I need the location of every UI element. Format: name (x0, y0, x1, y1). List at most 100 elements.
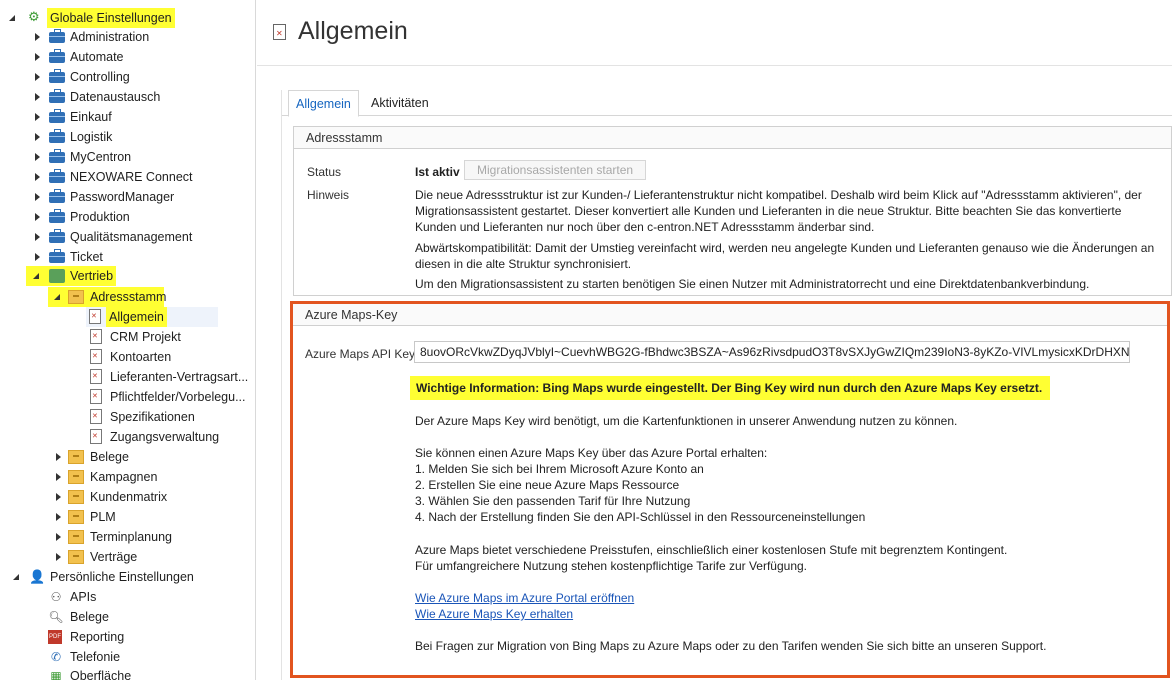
collapsed-arrow-icon[interactable] (33, 167, 43, 187)
tree-item-label: Controlling (70, 70, 130, 84)
tree-item-controlling[interactable]: Controlling (0, 67, 255, 87)
tree-item-label: Zugangsverwaltung (110, 430, 220, 444)
tree-item-label: APIs (70, 590, 97, 604)
document-icon (90, 389, 102, 404)
document-icon (90, 349, 102, 364)
collapsed-arrow-icon[interactable] (54, 547, 64, 567)
tree-item-personal-belege[interactable]: 🔍︎ Belege (0, 607, 255, 627)
tree-item-label: Datenaustausch (70, 90, 161, 104)
tree-item-label: Logistik (70, 130, 113, 144)
tree-item-allgemein[interactable]: Allgemein (86, 307, 218, 327)
page-header: Allgemein (257, 0, 1172, 66)
tree-item-kampagnen[interactable]: Kampagnen (0, 467, 255, 487)
collapsed-arrow-icon[interactable] (33, 87, 43, 107)
tree-item-passwordmanager[interactable]: PasswordManager (0, 187, 255, 207)
tree-item-qualitaetsmanagement[interactable]: Qualitätsmanagement (0, 227, 255, 247)
search-icon: 🔍︎ (48, 610, 64, 624)
folder-box-icon (68, 510, 84, 524)
requirement-text: Um den Migrationsassistent zu starten be… (415, 277, 1090, 291)
tree-item-zugangsverwaltung[interactable]: Zugangsverwaltung (0, 427, 255, 447)
main-panel: Allgemein Allgemein Aktivitäten Adressst… (257, 0, 1172, 680)
collapsed-arrow-icon[interactable] (33, 227, 43, 247)
tree-item-administration[interactable]: Administration (0, 27, 255, 47)
api-key-input[interactable] (414, 341, 1130, 363)
tree-item-nexoware-connect[interactable]: NEXOWARE Connect (0, 167, 255, 187)
tree-item-label: Administration (70, 30, 150, 44)
collapsed-arrow-icon[interactable] (33, 107, 43, 127)
briefcase-icon (49, 129, 65, 143)
pdf-icon: PDF (48, 630, 62, 644)
tree-item-label: Qualitätsmanagement (70, 230, 193, 244)
briefcase-icon (49, 89, 65, 103)
tree-item-belege[interactable]: Belege (0, 447, 255, 467)
settings-tree: ⚙ Globale Einstellungen Administration A… (0, 0, 256, 680)
start-migration-button[interactable]: Migrationsassistenten starten (464, 160, 647, 180)
tree-item-kontoarten[interactable]: Kontoarten (0, 347, 255, 367)
status-value: Ist aktiv (415, 165, 460, 179)
tree-item-crm-projekt[interactable]: CRM Projekt (0, 327, 255, 347)
collapsed-arrow-icon[interactable] (33, 27, 43, 47)
tree-item-adressstamm[interactable]: Adressstamm (48, 287, 166, 307)
tree-item-kundenmatrix[interactable]: Kundenmatrix (0, 487, 255, 507)
tree-item-vertraege[interactable]: Verträge (0, 547, 255, 567)
tree-item-label: Einkauf (70, 110, 112, 124)
tree-item-reporting[interactable]: PDF Reporting (0, 627, 255, 647)
tree-item-plm[interactable]: PLM (0, 507, 255, 527)
azure-portal-link[interactable]: Wie Azure Maps im Azure Portal eröffnen (415, 590, 634, 606)
collapsed-arrow-icon[interactable] (33, 47, 43, 67)
tree-item-einkauf[interactable]: Einkauf (0, 107, 255, 127)
tab-allgemein[interactable]: Allgemein (288, 90, 359, 117)
azure-key-link[interactable]: Wie Azure Maps Key erhalten (415, 606, 573, 622)
expanded-arrow-icon[interactable] (12, 567, 22, 587)
collapsed-arrow-icon[interactable] (33, 67, 43, 87)
tree-item-ticket[interactable]: Ticket (0, 247, 255, 267)
tree-item-automate[interactable]: Automate (0, 47, 255, 67)
tree-item-vertrieb[interactable]: Vertrieb (26, 266, 116, 286)
pricing-text: Azure Maps bietet verschiedene Preisstuf… (415, 543, 1008, 557)
tree-item-datenaustausch[interactable]: Datenaustausch (0, 87, 255, 107)
collapsed-arrow-icon[interactable] (33, 207, 43, 227)
tree-item-label: Kampagnen (90, 470, 158, 484)
collapsed-arrow-icon[interactable] (54, 527, 64, 547)
collapsed-arrow-icon[interactable] (33, 147, 43, 167)
tree-item-terminplanung[interactable]: Terminplanung (0, 527, 255, 547)
tree-item-spezifikationen[interactable]: Spezifikationen (0, 407, 255, 427)
document-icon (89, 309, 101, 324)
gear-icon: ⚙ (28, 9, 40, 24)
document-icon (90, 369, 102, 384)
collapsed-arrow-icon[interactable] (54, 507, 64, 527)
briefcase-icon (49, 69, 65, 83)
briefcase-icon (49, 229, 65, 243)
collapsed-arrow-icon[interactable] (33, 187, 43, 207)
tree-item-label: Reporting (70, 630, 125, 644)
document-icon (273, 24, 286, 40)
folder-box-icon (68, 550, 84, 564)
collapsed-arrow-icon[interactable] (33, 127, 43, 147)
expanded-arrow-icon[interactable] (32, 266, 42, 286)
tree-item-produktion[interactable]: Produktion (0, 207, 255, 227)
tree-item-apis[interactable]: ⚇ APIs (0, 587, 255, 607)
tree-item-lieferanten-vertragsart[interactable]: Lieferanten-Vertragsart... (0, 367, 255, 387)
briefcase-icon (49, 209, 65, 223)
collapsed-arrow-icon[interactable] (54, 467, 64, 487)
tree-item-label: Belege (90, 450, 129, 464)
group-header: Adressstamm (294, 127, 1171, 149)
collapsed-arrow-icon[interactable] (33, 247, 43, 267)
tree-item-oberflaeche[interactable]: ▦ Oberfläche (0, 666, 255, 680)
tree-item-mycentron[interactable]: MyCentron (0, 147, 255, 167)
tree-item-label: Allgemein (106, 307, 167, 327)
expanded-arrow-icon[interactable] (8, 8, 18, 28)
tree-item-globale-einstellungen[interactable]: ⚙ Globale Einstellungen (0, 8, 255, 28)
collapsed-arrow-icon[interactable] (54, 487, 64, 507)
folder-box-icon (68, 530, 84, 544)
tree-item-telefonie[interactable]: ✆ Telefonie (0, 647, 255, 667)
expanded-arrow-icon[interactable] (53, 287, 63, 307)
folder-box-icon (68, 470, 84, 484)
steps-intro-text: Sie können einen Azure Maps Key über das… (415, 446, 768, 460)
tree-item-persoenliche-einstellungen[interactable]: 👤 Persönliche Einstellungen (0, 567, 255, 587)
tree-item-label: Oberfläche (70, 669, 132, 680)
collapsed-arrow-icon[interactable] (54, 447, 64, 467)
tree-item-pflichtfelder[interactable]: Pflichtfelder/Vorbelegu... (0, 387, 255, 407)
tab-aktivitaeten[interactable]: Aktivitäten (364, 90, 436, 116)
tree-item-logistik[interactable]: Logistik (0, 127, 255, 147)
